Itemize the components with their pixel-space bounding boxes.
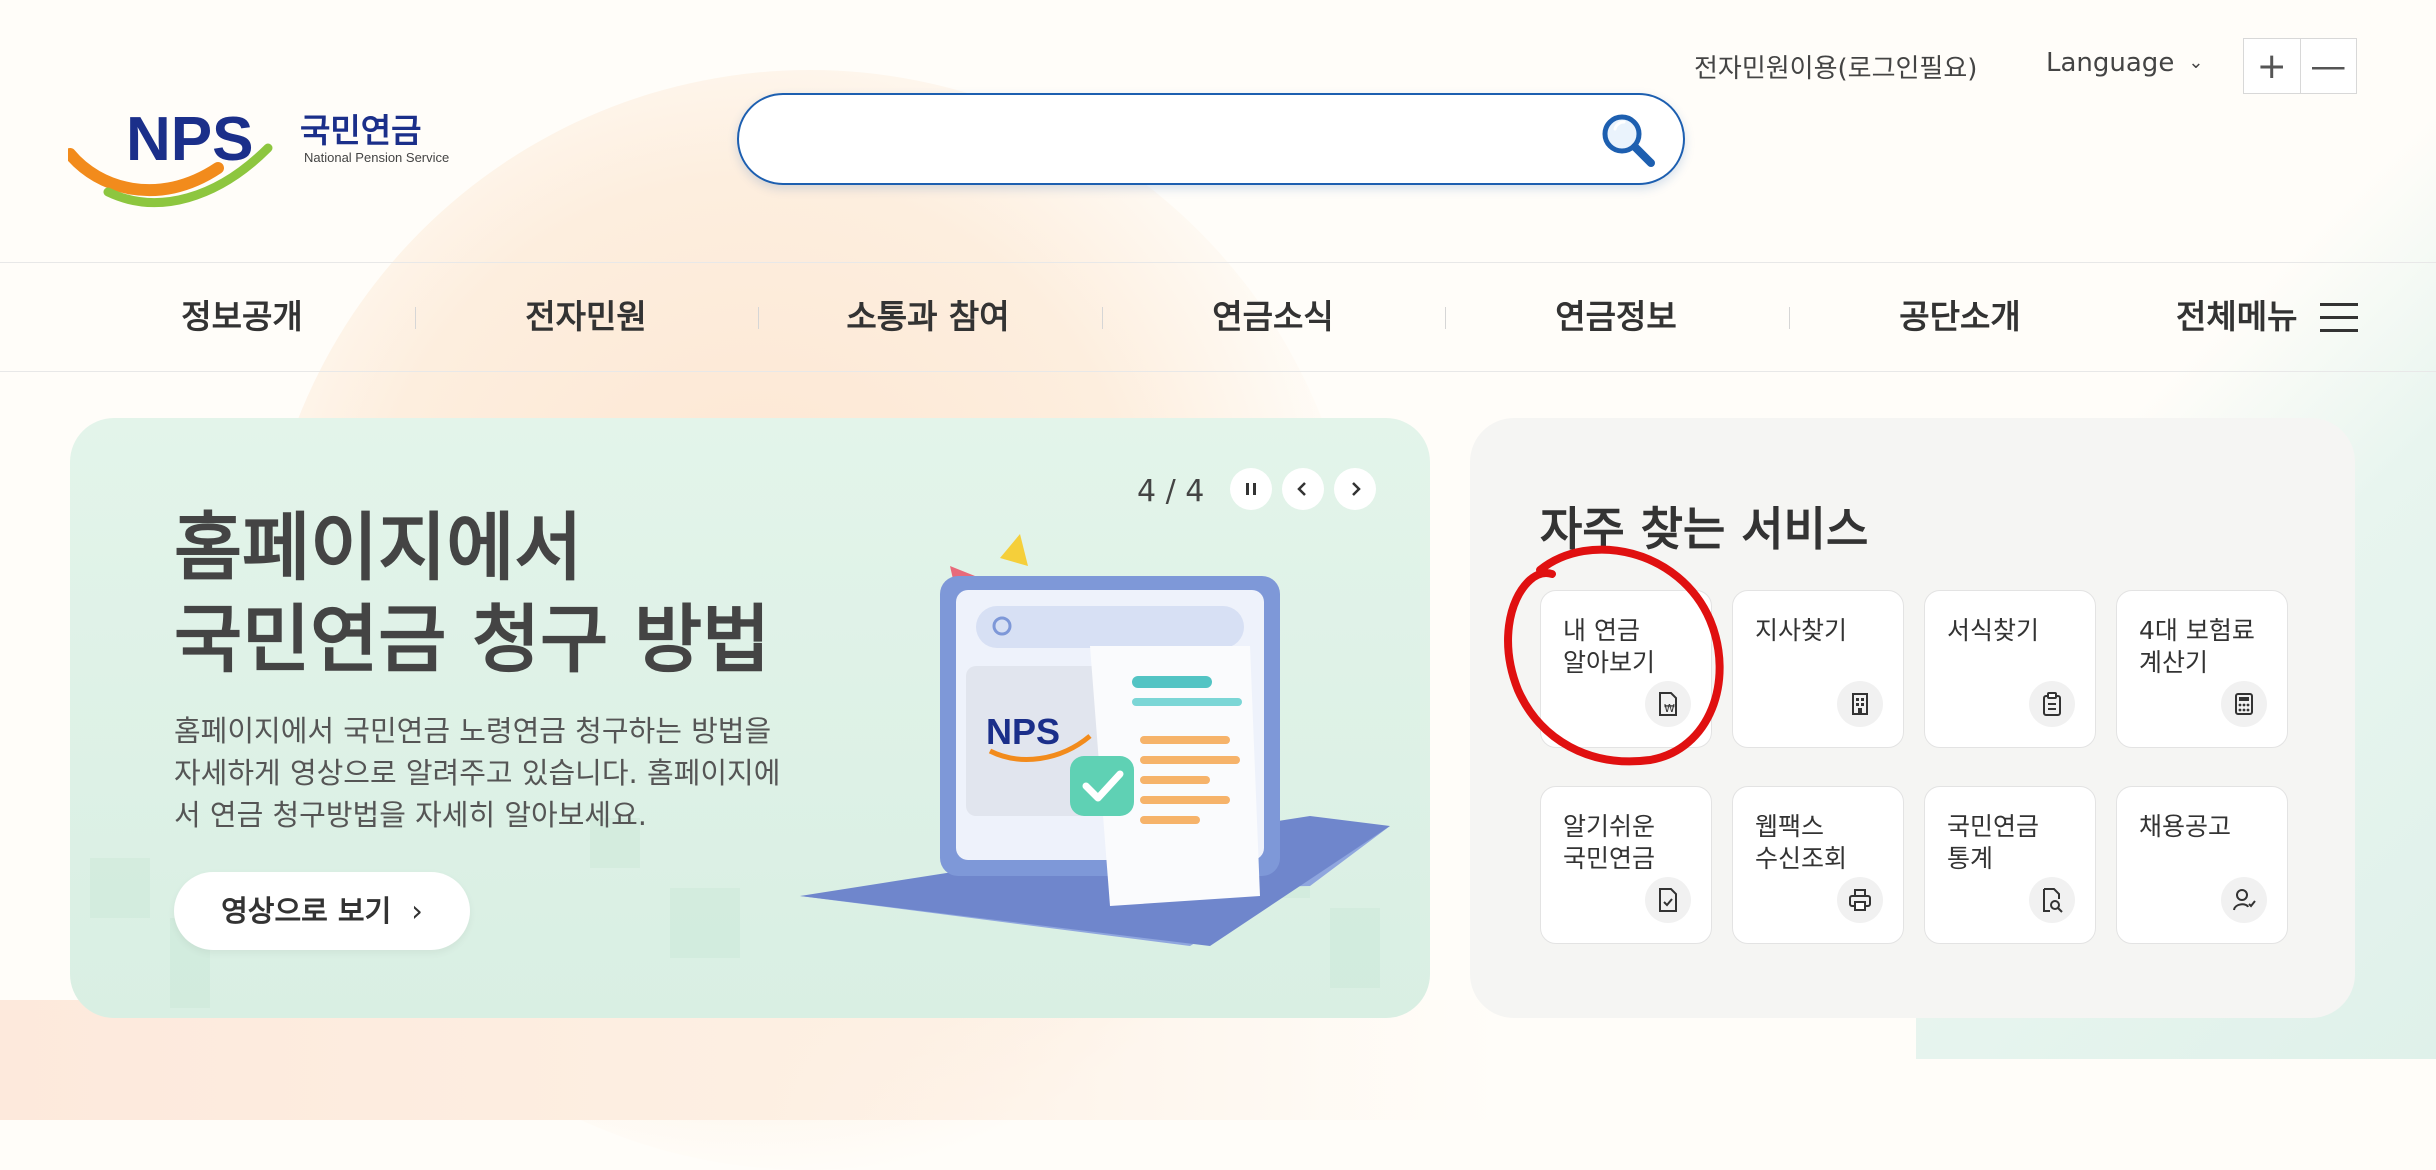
service-label: 국민연금 통계 (1947, 812, 2040, 873)
service-find-branch[interactable]: 지사찾기 (1732, 590, 1904, 748)
won-document-icon: ₩ (1645, 681, 1691, 727)
service-insurance-calculator[interactable]: 4대 보험료 계산기 (2116, 590, 2288, 748)
printer-icon (1837, 877, 1883, 923)
nav-item-minwon[interactable]: 전자민원 (486, 263, 686, 371)
electronic-petition-link[interactable]: 전자민원이용(로그인필요) (1694, 48, 1977, 85)
search-input[interactable] (779, 115, 1583, 167)
slide-counter: 4 / 4 (1137, 474, 1205, 509)
hamburger-icon[interactable] (2320, 303, 2358, 333)
logo-korean-text: 국민연금 (300, 111, 421, 150)
zoom-controls: + — (2243, 38, 2357, 94)
logo-mark-text: NPS (126, 108, 253, 174)
main-nav: 정보공개 전자민원 소통과 참여 연금소식 연금정보 공단소개 전체메뉴 (0, 262, 2436, 372)
nav-divider (415, 307, 416, 329)
service-label: 알기쉬운 국민연금 (1563, 812, 1656, 873)
banner-desc-line3: 서 연금 청구방법을 자세히 알아보세요. (174, 798, 647, 832)
watch-video-button[interactable]: 영상으로 보기 › (174, 872, 470, 950)
service-recruitment[interactable]: 채용공고 (2116, 786, 2288, 944)
all-menu-button[interactable]: 전체메뉴 (2176, 263, 2297, 371)
nps-logo[interactable]: NPS 국민연금 National Pension Service (68, 108, 468, 218)
nav-divider (1445, 307, 1446, 329)
banner-desc-line2: 자세하게 영상으로 알려주고 있습니다. 홈페이지에 (174, 756, 781, 790)
calculator-icon (2221, 681, 2267, 727)
service-label: 서식찾기 (1947, 616, 2040, 645)
nav-item-communication[interactable]: 소통과 참여 (818, 263, 1038, 371)
zoom-out-button[interactable]: — (2299, 39, 2357, 93)
banner-title-line1: 홈페이지에서 (174, 505, 583, 591)
service-my-pension[interactable]: 내 연금 알아보기 ₩ (1540, 590, 1712, 748)
frequent-services-panel: 자주 찾는 서비스 내 연금 알아보기 ₩ 지사찾기 서식찾기 4대 보험료 계… (1470, 418, 2355, 1018)
service-easy-pension[interactable]: 알기쉬운 국민연금 (1540, 786, 1712, 944)
service-label: 내 연금 알아보기 (1563, 616, 1656, 677)
pause-button[interactable] (1230, 468, 1272, 510)
main-banner: 홈페이지에서 국민연금 청구 방법 홈페이지에서 국민연금 노령연금 청구하는 … (70, 418, 1430, 1018)
service-find-forms[interactable]: 서식찾기 (1924, 590, 2096, 748)
nav-item-about[interactable]: 공단소개 (1860, 263, 2060, 371)
service-pension-statistics[interactable]: 국민연금 통계 (1924, 786, 2096, 944)
pause-icon (1246, 483, 1256, 495)
nav-divider (758, 307, 759, 329)
chevron-left-icon (1297, 482, 1306, 496)
building-icon (1837, 681, 1883, 727)
banner-title: 홈페이지에서 국민연금 청구 방법 (174, 502, 770, 686)
search-icon[interactable] (1597, 109, 1659, 171)
site-header: NPS 국민연금 National Pension Service 전자민원이용… (0, 0, 2436, 262)
nav-item-news[interactable]: 연금소식 (1173, 263, 1373, 371)
user-check-icon (2221, 877, 2267, 923)
prev-slide-button[interactable] (1282, 468, 1324, 510)
clipboard-icon (2029, 681, 2075, 727)
nav-item-pension-info[interactable]: 연금정보 (1516, 263, 1716, 371)
zoom-in-button[interactable]: + (2244, 39, 2300, 93)
background-bottom-band (0, 1000, 1500, 1120)
service-label: 지사찾기 (1755, 616, 1848, 645)
banner-desc-line1: 홈페이지에서 국민연금 노령연금 청구하는 방법을 (174, 714, 772, 748)
services-title: 자주 찾는 서비스 (1540, 502, 1869, 556)
language-label: Language (2046, 48, 2175, 78)
document-check-icon (1645, 877, 1691, 923)
watch-video-label: 영상으로 보기 (221, 894, 392, 928)
language-selector[interactable]: Language ⌄ (2046, 48, 2203, 78)
service-label: 채용공고 (2139, 812, 2232, 841)
nav-divider (1102, 307, 1103, 329)
chevron-right-icon (1352, 482, 1361, 496)
logo-english-text: National Pension Service (304, 150, 449, 165)
chevron-right-icon: › (411, 894, 423, 928)
banner-title-line2: 국민연금 청구 방법 (174, 597, 771, 683)
service-label: 4대 보험료 계산기 (2139, 616, 2255, 677)
document-search-icon (2029, 877, 2075, 923)
search-box (737, 93, 1685, 185)
chevron-down-icon: ⌄ (2188, 52, 2204, 73)
nav-item-info[interactable]: 정보공개 (142, 263, 342, 371)
banner-description: 홈페이지에서 국민연금 노령연금 청구하는 방법을 자세하게 영상으로 알려주고… (174, 710, 794, 836)
laptop-illustration: NPS (800, 534, 1390, 946)
nav-divider (1789, 307, 1790, 329)
svg-text:₩: ₩ (1664, 702, 1675, 715)
service-webfax[interactable]: 웹팩스 수신조회 (1732, 786, 1904, 944)
next-slide-button[interactable] (1334, 468, 1376, 510)
illustration-nps-logo: NPS (986, 711, 1060, 752)
service-label: 웹팩스 수신조회 (1755, 812, 1848, 873)
